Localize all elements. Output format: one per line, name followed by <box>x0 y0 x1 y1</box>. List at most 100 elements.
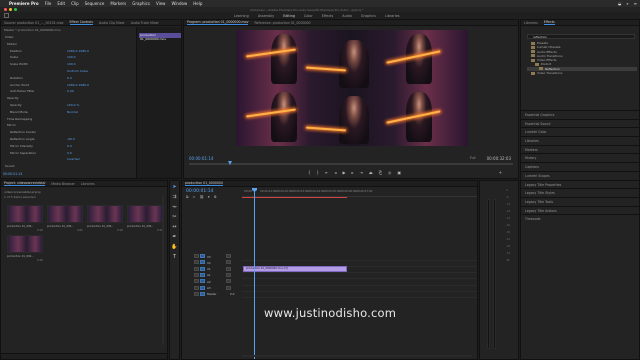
work-area-bar[interactable] <box>242 197 347 198</box>
mark-in-icon[interactable]: { <box>308 170 311 175</box>
lift-icon[interactable]: ⏏ <box>369 170 373 175</box>
track-target-toggle[interactable] <box>200 279 205 284</box>
track-lock-icon[interactable] <box>194 291 199 296</box>
menu-graphics[interactable]: Graphics <box>132 1 150 6</box>
media-thumbnail[interactable] <box>127 205 163 223</box>
tab-audio-clip-mixer[interactable]: Audio Clip Mixer <box>99 21 125 25</box>
track-lock-icon[interactable] <box>194 260 199 265</box>
play-icon[interactable]: ▶ <box>342 170 345 175</box>
linked-selection-icon[interactable]: ⛓ <box>199 195 203 199</box>
search-icon[interactable]: ⌕ <box>626 1 628 6</box>
tab-reference[interactable]: Reference: production 01_0000000 <box>254 21 310 25</box>
timeline-ruler[interactable]: 00:00 00:00:01:00 00:00:02:00 00:00:03:00 00… <box>242 188 477 197</box>
tab-source[interactable]: Source: production 01_..._00134.mov <box>4 21 64 25</box>
track-target-toggle[interactable] <box>200 254 205 258</box>
collapsed-panel-header[interactable]: Markers <box>521 144 639 154</box>
track-lock-icon[interactable] <box>194 266 199 271</box>
snap-icon[interactable]: ⊃ <box>193 195 196 199</box>
effect-property-value[interactable]: 0.00 <box>67 89 74 93</box>
effect-property-value[interactable]: Inverted <box>67 157 80 161</box>
go-to-in-icon[interactable]: ⇤ <box>325 170 328 175</box>
menu-clip[interactable]: Clip <box>71 1 79 6</box>
track-target-toggle[interactable] <box>200 266 205 271</box>
home-icon[interactable] <box>4 13 9 18</box>
effect-clip-bar[interactable]: production 01_0000000.mov <box>139 33 181 41</box>
effect-property-value[interactable]: -90.0 <box>67 137 75 141</box>
collapsed-panel-header[interactable]: Legacy Title Actions <box>521 205 639 215</box>
effect-property-value[interactable]: Normal <box>67 110 78 114</box>
collapsed-panel-header[interactable]: Legacy Title Properties <box>521 179 639 189</box>
menu-help[interactable]: Help <box>193 1 202 6</box>
selection-tool-icon[interactable]: ➤ <box>171 184 178 191</box>
workspace-editing[interactable]: Editing <box>283 14 295 18</box>
comparison-view-icon[interactable]: ▣ <box>397 170 401 175</box>
track-mute-icon[interactable] <box>226 279 231 284</box>
track-visibility-icon[interactable] <box>226 260 231 265</box>
master-volume-value[interactable]: 0.0 <box>230 292 234 296</box>
ripple-edit-tool-icon[interactable]: ⟛ <box>171 204 178 211</box>
workspace-libraries[interactable]: Libraries <box>385 14 400 18</box>
track-mute-icon[interactable] <box>226 272 231 277</box>
tab-audio-track-mixer[interactable]: Audio Track Mixer <box>131 21 159 25</box>
pen-tool-icon[interactable]: ✒ <box>171 234 178 241</box>
slip-tool-icon[interactable]: ↔ <box>171 224 178 231</box>
razor-tool-icon[interactable]: ✂ <box>171 214 178 221</box>
timeline-settings-icon[interactable]: ⚙ <box>214 195 217 199</box>
track-lock-icon[interactable] <box>194 279 199 284</box>
workspace-assembly[interactable]: Assembly <box>258 14 274 18</box>
effects-tree-item[interactable]: Video Transitions <box>527 71 637 75</box>
minimize-window-icon[interactable] <box>9 8 12 11</box>
collapsed-panel-header[interactable]: History <box>521 153 639 162</box>
collapsed-panel-header[interactable]: Lumetri Color <box>521 127 639 136</box>
track-lock-icon[interactable] <box>194 254 199 258</box>
track-target-toggle[interactable] <box>200 260 205 265</box>
effect-property-value[interactable]: 0.0 <box>67 76 72 80</box>
track-target-toggle[interactable] <box>200 272 205 277</box>
tab-program[interactable]: Program: production 01_0000000.mov <box>187 20 249 25</box>
tab-effect-controls[interactable]: Effect Controls <box>69 20 93 25</box>
track-lane[interactable] <box>242 284 477 286</box>
track-lock-icon[interactable] <box>194 272 199 277</box>
track-target-toggle[interactable] <box>200 285 205 290</box>
tab-project[interactable]: Project: videoconreciebtal <box>4 181 46 186</box>
tab-effects[interactable]: Effects <box>543 20 555 25</box>
media-thumbnail[interactable] <box>47 205 83 223</box>
collapsed-panel-header[interactable]: Libraries <box>521 136 639 145</box>
program-fit-dropdown[interactable]: Full <box>470 156 475 160</box>
tab-media-browser[interactable]: Media Browser <box>51 182 75 186</box>
workspace-graphics[interactable]: Graphics <box>361 14 376 18</box>
tab-libraries[interactable]: Libraries <box>524 21 538 25</box>
track-visibility-icon[interactable] <box>226 254 231 258</box>
track-lane[interactable] <box>242 297 477 299</box>
nest-toggle-icon[interactable]: ⧉ <box>186 195 189 199</box>
effect-property-value[interactable]: 100.0 <box>67 62 76 66</box>
menu-list-icon[interactable]: ≡ <box>634 1 637 6</box>
workspace-effects[interactable]: Effects <box>322 14 334 18</box>
effect-property-value[interactable]: 100.0 % <box>67 103 79 107</box>
media-thumbnail[interactable] <box>7 235 43 253</box>
effect-property-value[interactable]: 1080.0 1080.0 <box>67 49 89 53</box>
menu-view[interactable]: View <box>156 1 166 6</box>
track-mute-icon[interactable] <box>226 285 231 290</box>
step-back-icon[interactable]: ◂ <box>334 170 336 175</box>
program-scrub-bar[interactable] <box>189 163 513 165</box>
extract-icon[interactable]: ⎗ <box>379 170 382 175</box>
app-name[interactable]: Premiere Pro <box>9 1 39 6</box>
effect-property-value[interactable]: 1080.0 1080.0 <box>67 83 89 87</box>
collapsed-panel-header[interactable]: Captions <box>521 162 639 171</box>
collapsed-panel-header[interactable]: Legacy Title Styles <box>521 188 639 197</box>
type-tool-icon[interactable]: T <box>171 254 178 261</box>
track-lane[interactable] <box>242 278 477 280</box>
timeline-scrollbar[interactable] <box>242 355 472 357</box>
effect-property-value[interactable]: 0.0 <box>67 151 72 155</box>
program-video-frame[interactable] <box>236 30 468 146</box>
go-to-out-icon[interactable]: ⇥ <box>360 170 363 175</box>
tab-project-libraries[interactable]: Libraries <box>81 182 95 186</box>
project-scrollbar[interactable] <box>162 195 164 345</box>
workspace-audio[interactable]: Audio <box>342 14 352 18</box>
button-editor-icon[interactable]: + <box>499 170 502 175</box>
menu-edit[interactable]: Edit <box>57 1 65 6</box>
menu-sequence[interactable]: Sequence <box>85 1 105 6</box>
menu-file[interactable]: File <box>45 1 52 6</box>
step-forward-icon[interactable]: ▸ <box>352 170 354 175</box>
